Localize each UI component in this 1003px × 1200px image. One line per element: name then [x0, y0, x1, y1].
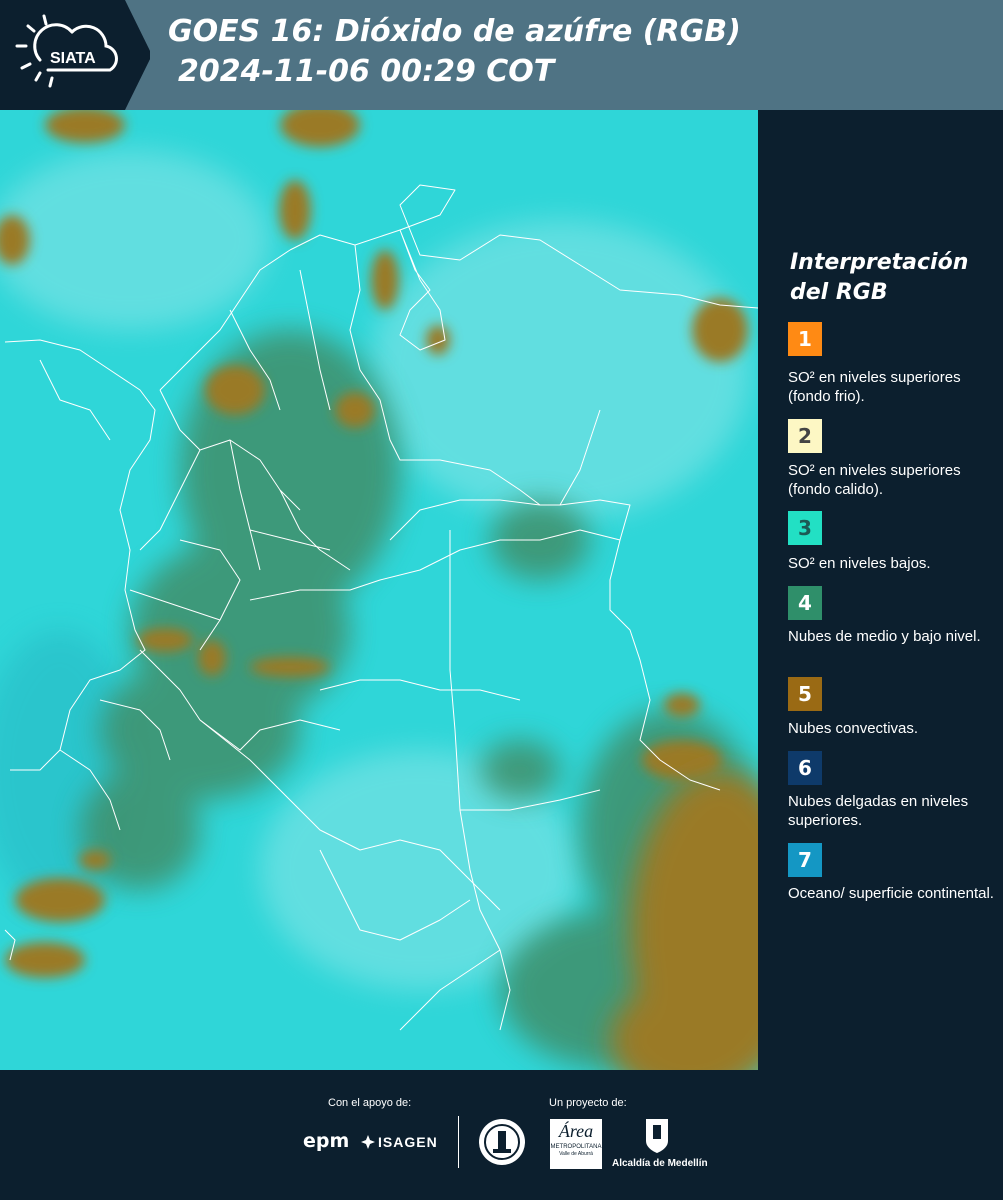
footer-divider [458, 1116, 459, 1168]
footer: Con el apoyo de: Un proyecto de: epm ISA… [0, 1070, 1003, 1200]
page-timestamp: 2024-11-06 00:29 COT [178, 54, 555, 89]
alcaldia-logo[interactable]: Alcaldía de Medellín [612, 1117, 712, 1172]
project-label: Un proyecto de: [549, 1097, 627, 1109]
area-logo-subtext: METROPOLITANA [550, 1144, 602, 1150]
siata-logo: SIATA [0, 0, 152, 110]
siata-logo-text: SIATA [50, 50, 96, 67]
legend-swatch-1: 1 [788, 322, 822, 356]
legend-label-5: Nubes convectivas. [788, 720, 919, 737]
legend-swatch-7: 7 [788, 843, 822, 877]
legend-label-6: Nubes delgadas en niveles superiores. [788, 793, 969, 829]
isagen-text: ISAGEN [378, 1134, 438, 1150]
legend-label-7: Oceano/ superficie continental. [788, 885, 994, 902]
legend-swatch-6: 6 [788, 751, 822, 785]
legend-swatch-4: 4 [788, 586, 822, 620]
support-label: Con el apoyo de: [328, 1097, 412, 1109]
legend-label-1: SO² en niveles superiores (fondo frio). [788, 369, 961, 405]
legend-label-4: Nubes de medio y bajo nivel. [788, 628, 981, 645]
page-title: GOES 16: Dióxido de azúfre (RGB) [168, 14, 741, 49]
legend-title: Interpretación del RGB [790, 250, 969, 305]
area-logo-text: Área [558, 1121, 594, 1141]
legend-swatch-3: 3 [788, 511, 822, 545]
medellin-seal-logo[interactable] [477, 1117, 527, 1172]
area-metropolitana-logo[interactable]: Área METROPOLITANA Valle de Aburrá [550, 1119, 602, 1169]
epm-logo[interactable]: epm [303, 1130, 349, 1152]
legend-swatch-5: 5 [788, 677, 822, 711]
legend-swatch-2: 2 [788, 419, 822, 453]
legend-panel: Interpretación del RGB 1 SO² en niveles … [758, 110, 1003, 1070]
header-bar: SIATA GOES 16: Dióxido de azúfre (RGB) 2… [0, 0, 1003, 110]
satellite-map[interactable] [0, 110, 758, 1070]
isagen-icon [361, 1135, 375, 1149]
alcaldia-text: Alcaldía de Medellín [612, 1158, 708, 1169]
legend-label-2: SO² en niveles superiores (fondo calido)… [788, 462, 961, 498]
legend-label-3: SO² en niveles bajos. [788, 555, 931, 572]
area-logo-valle: Valle de Aburrá [559, 1151, 593, 1157]
alcaldia-shield-icon [646, 1119, 668, 1153]
isagen-logo[interactable]: ISAGEN [360, 1133, 440, 1153]
